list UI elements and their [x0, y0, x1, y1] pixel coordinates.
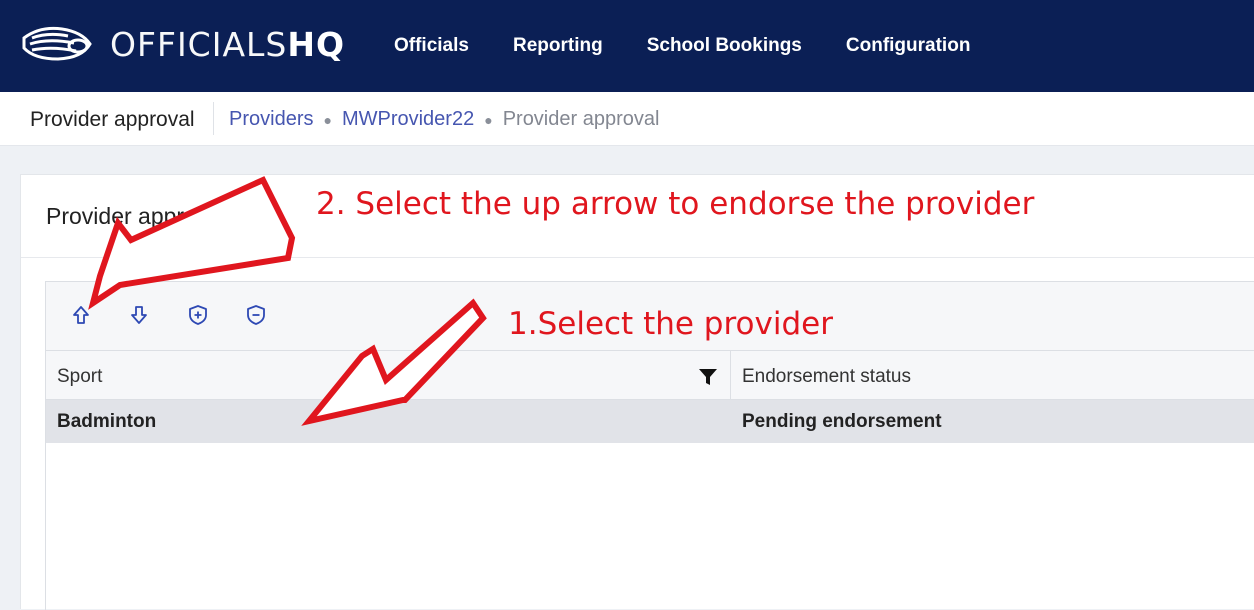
logo-text: OFFICIALSHQ: [110, 24, 346, 64]
breadcrumb-separator: ●: [484, 111, 493, 128]
card-title: Provider approval: [46, 203, 227, 229]
shield-plus-button[interactable]: [185, 302, 211, 328]
divider: [213, 102, 214, 135]
nav-officials[interactable]: Officials: [394, 35, 469, 57]
nav-school-bookings[interactable]: School Bookings: [647, 35, 802, 57]
breadcrumb-providers[interactable]: Providers: [229, 108, 313, 131]
cell-sport: Badminton: [57, 411, 157, 432]
breadcrumb: Providers ● MWProvider22 ● Provider appr…: [229, 108, 659, 131]
page-title: Provider approval: [30, 108, 195, 131]
officialshq-logo[interactable]: OFFICIALSHQ: [18, 22, 345, 66]
top-navigation-bar: OFFICIALSHQ Officials Reporting School B…: [0, 0, 1254, 92]
shield-minus-icon: [247, 305, 265, 325]
main-nav: Officials Reporting School Bookings Conf…: [394, 0, 1014, 92]
annotation-step-1: 1.Select the provider: [508, 306, 833, 342]
annotation-step-2: 2. Select the up arrow to endorse the pr…: [316, 186, 1035, 222]
up-arrow-icon: [73, 306, 89, 324]
breadcrumb-current: Provider approval: [502, 108, 660, 130]
grid-header: Sport Endorsement status: [46, 351, 1254, 400]
provider-approval-card: Provider approval Sport Endorsement stat…: [20, 174, 1254, 610]
cell-endorsement-status: Pending endorsement: [742, 411, 942, 432]
breadcrumb-bar: Provider approval Providers ● MWProvider…: [0, 92, 1254, 146]
column-header-endorsement-status[interactable]: Endorsement status: [742, 366, 911, 388]
breadcrumb-provider-name[interactable]: MWProvider22: [342, 108, 474, 131]
shield-plus-icon: [189, 305, 207, 325]
column-separator: [730, 351, 731, 399]
logo-icon: [22, 26, 92, 61]
column-header-sport[interactable]: Sport: [57, 366, 102, 388]
shield-minus-button[interactable]: [243, 302, 269, 328]
endorse-up-arrow-button[interactable]: [68, 302, 94, 328]
nav-reporting[interactable]: Reporting: [513, 35, 603, 57]
filter-icon[interactable]: [698, 367, 718, 387]
down-arrow-icon: [131, 306, 147, 324]
breadcrumb-separator: ●: [323, 111, 332, 128]
table-row[interactable]: Badminton Pending endorsement: [46, 400, 1254, 443]
nav-configuration[interactable]: Configuration: [846, 35, 971, 57]
down-arrow-button[interactable]: [126, 302, 152, 328]
